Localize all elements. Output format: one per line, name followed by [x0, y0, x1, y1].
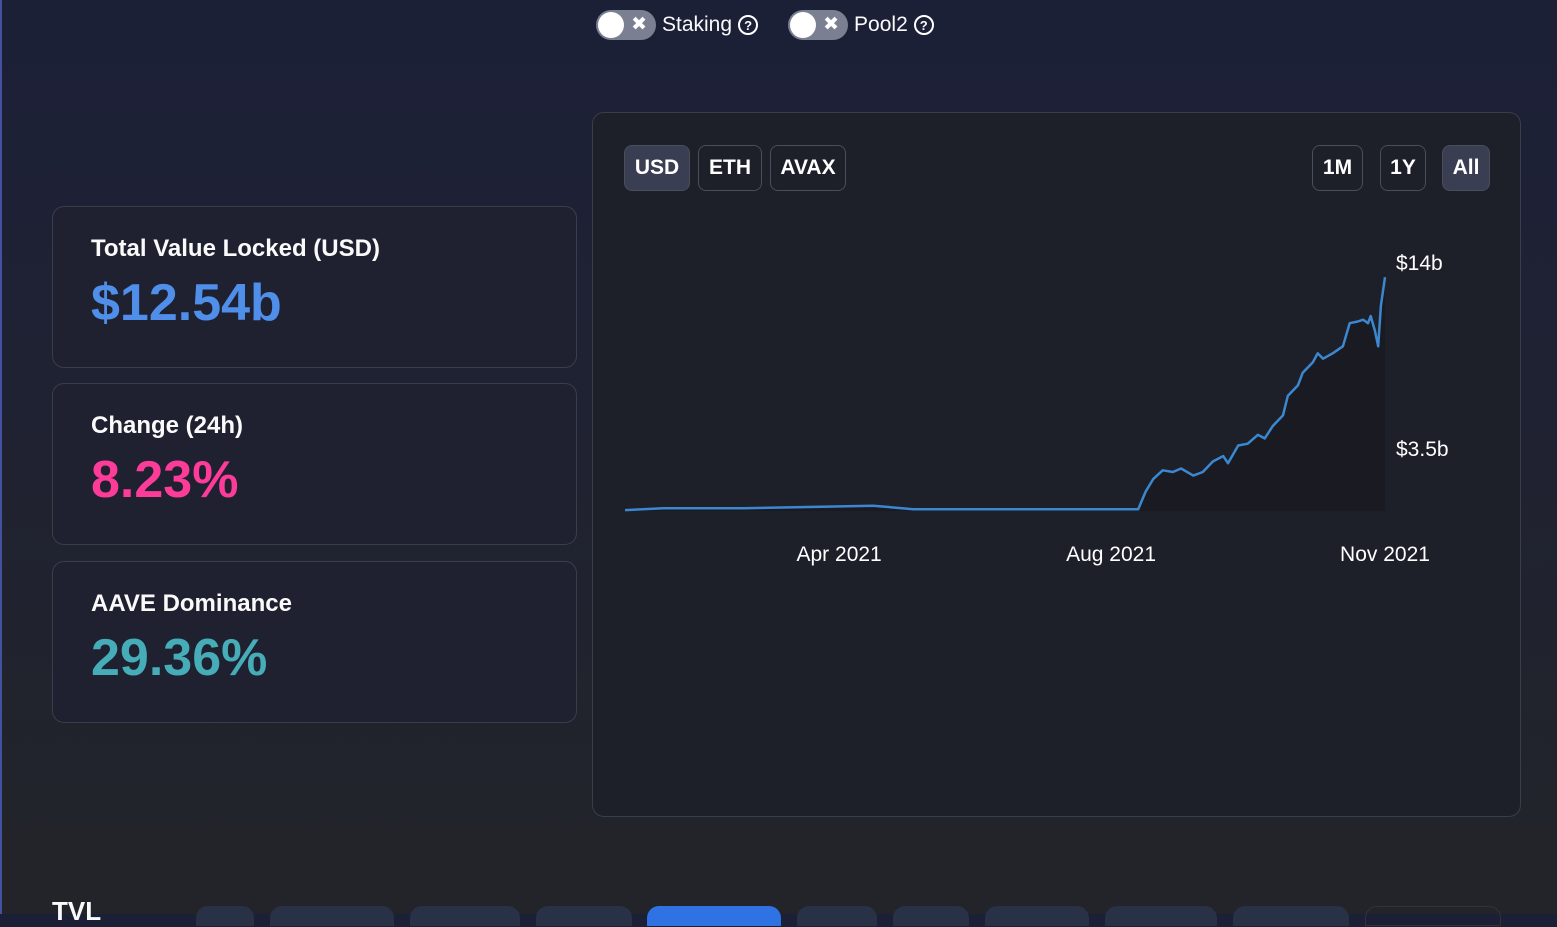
tab[interactable] [797, 906, 877, 926]
x-icon: ✖ [631, 14, 647, 35]
tvl-value: $12.54b [91, 274, 282, 332]
help-icon[interactable]: ? [738, 15, 759, 35]
tab[interactable] [196, 906, 254, 926]
tab[interactable] [1233, 906, 1349, 926]
tab[interactable] [1105, 906, 1217, 926]
change-card: Change (24h) 8.23% [52, 383, 577, 545]
tvl-label: Total Value Locked (USD) [91, 235, 380, 262]
dominance-label: AAVE Dominance [91, 590, 292, 617]
change-value: 8.23% [91, 451, 239, 509]
tvl-chart-panel: USD ETH AVAX 1M 1Y All $14b $3.5b Apr 2021… [592, 112, 1521, 817]
x-tick-label: Aug 2021 [1066, 543, 1156, 566]
tab[interactable] [1365, 906, 1501, 926]
y-tick-label: $14b [1396, 252, 1443, 275]
y-tick-label: $3.5b [1396, 438, 1449, 461]
tab[interactable] [985, 906, 1089, 926]
staking-toggle[interactable]: ✖ [596, 10, 656, 40]
dominance-card: AAVE Dominance 29.36% [52, 561, 577, 723]
tab[interactable] [410, 906, 520, 926]
tab[interactable] [893, 906, 969, 926]
help-icon[interactable]: ? [913, 15, 934, 35]
staking-toggle-group: ✖ Staking ? [596, 10, 759, 40]
tvl-card: Total Value Locked (USD) $12.54b [52, 206, 577, 368]
x-tick-label: Nov 2021 [1340, 543, 1430, 566]
x-tick-label: Apr 2021 [797, 543, 882, 566]
pool2-label: Pool2 [854, 13, 908, 36]
pool2-toggle-group: ✖ Pool2 ? [788, 10, 934, 40]
section-title: TVL [52, 896, 102, 926]
toggle-bar: ✖ Staking ? ✖ Pool2 ? [596, 10, 934, 40]
area-fill [625, 277, 1385, 511]
x-icon: ✖ [823, 14, 840, 35]
tab[interactable] [536, 906, 632, 926]
dominance-value: 29.36% [91, 629, 268, 687]
tvl-line-chart[interactable]: $14b $3.5b Apr 2021 Aug 2021 Nov 2021 [593, 113, 1522, 818]
pool2-toggle[interactable]: ✖ [788, 10, 849, 40]
change-label: Change (24h) [91, 412, 244, 439]
tab[interactable] [270, 906, 394, 926]
staking-label: Staking [662, 13, 733, 36]
tab-active[interactable] [647, 906, 781, 926]
